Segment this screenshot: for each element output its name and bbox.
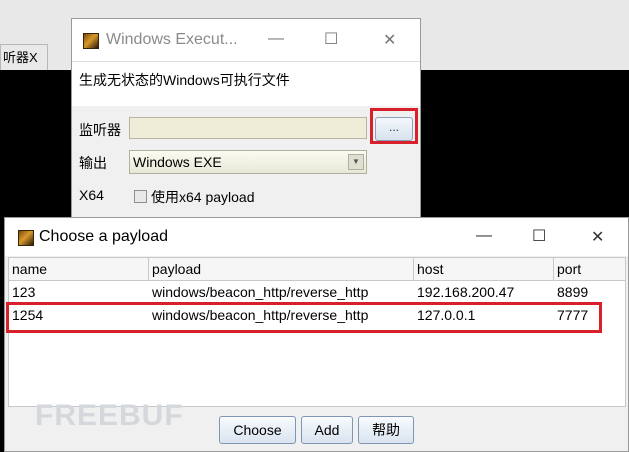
x64-checkbox-label[interactable]: 使用x64 payload (151, 187, 255, 207)
table-row[interactable]: 123 windows/beacon_http/reverse_http 192… (9, 281, 625, 304)
exec-dialog-titlebar[interactable]: Windows Execut... — ☐ ✕ (72, 19, 420, 61)
column-header-name[interactable]: name (9, 258, 149, 280)
highlight-box-selected-row (6, 302, 602, 333)
highlight-box-browse (370, 108, 418, 144)
output-label: 输出 (79, 155, 107, 171)
cell-name: 123 (12, 284, 36, 300)
minimize-icon[interactable]: — (476, 227, 492, 245)
exec-description: 生成无状态的Windows可执行文件 (79, 72, 290, 88)
exec-description-panel: 生成无状态的Windows可执行文件 (72, 61, 420, 106)
cell-host: 192.168.200.47 (417, 284, 515, 300)
tab-listener[interactable]: 听器X (0, 44, 48, 70)
help-button[interactable]: 帮助 (358, 416, 414, 444)
exec-dialog-title: Windows Execut... (106, 31, 238, 48)
freebuf-watermark: FREEBUF (35, 399, 184, 432)
choose-button[interactable]: Choose (219, 416, 296, 444)
column-header-host[interactable]: host (414, 258, 554, 280)
column-header-port[interactable]: port (554, 258, 625, 280)
cell-payload: windows/beacon_http/reverse_http (152, 284, 369, 300)
maximize-icon[interactable]: ☐ (532, 226, 546, 246)
close-icon[interactable]: ✕ (591, 227, 604, 247)
table-header: name payload host port (9, 258, 625, 281)
x64-label: X64 (79, 187, 104, 203)
payload-dialog-titlebar[interactable]: Choose a payload — ☐ ✕ (5, 218, 628, 256)
output-selected-value: Windows EXE (133, 154, 222, 170)
add-button[interactable]: Add (301, 416, 353, 444)
output-select[interactable]: Windows EXE ▼ (129, 150, 367, 174)
listener-label: 监听器 (79, 122, 121, 138)
choose-payload-dialog: Choose a payload — ☐ ✕ name payload host… (4, 217, 629, 452)
maximize-icon[interactable]: ☐ (324, 29, 338, 49)
cell-port: 8899 (557, 284, 589, 300)
cobalt-strike-app-icon (18, 230, 34, 246)
column-header-payload[interactable]: payload (149, 258, 414, 280)
x64-checkbox[interactable] (134, 190, 147, 203)
payload-dialog-title: Choose a payload (39, 228, 168, 245)
windows-executable-dialog: Windows Execut... — ☐ ✕ 生成无状态的Windows可执行… (71, 18, 421, 230)
chevron-down-icon[interactable]: ▼ (348, 154, 364, 170)
minimize-icon[interactable]: — (268, 30, 284, 48)
close-icon[interactable]: ✕ (383, 30, 396, 50)
listener-field[interactable] (129, 117, 367, 139)
cobalt-strike-app-icon (83, 33, 99, 49)
